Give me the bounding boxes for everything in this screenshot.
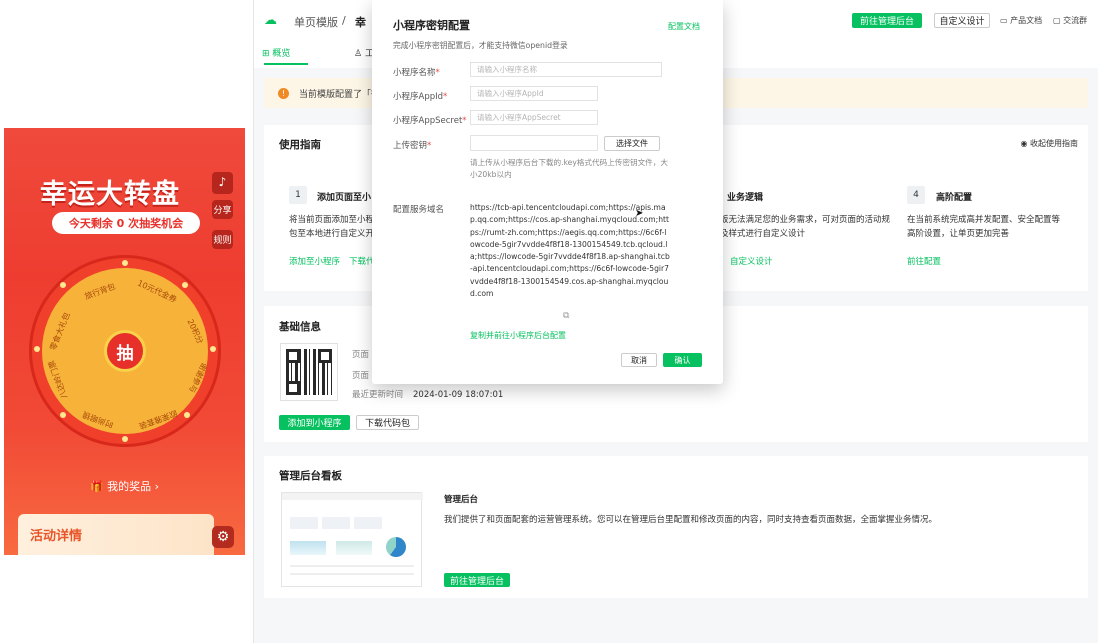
chat-icon: ▢ (1053, 16, 1064, 25)
preview-title: 幸运大转盘 (40, 179, 180, 210)
add-to-miniprogram-button[interactable]: 添加到小程序 (279, 415, 350, 430)
go-config-link[interactable]: 前往配置 (907, 255, 941, 267)
appsecret-input[interactable]: 请输入小程序AppSecret (470, 110, 598, 125)
updated-label: 最近更新时间 (352, 390, 404, 400)
doc-icon: ▭ (1000, 16, 1011, 25)
copy-and-go-link[interactable]: 复制并前往小程序后台配置 (470, 330, 566, 341)
modal-subtitle: 完成小程序密钥配置后，才能支持微信openid登录 (393, 41, 568, 50)
step-desc: 将当前页面添加至小程 包至本地进行自定义开 (289, 215, 375, 239)
miniprogram-name-input[interactable]: 请输入小程序名称 (470, 62, 662, 77)
community-link[interactable]: ▢ 交流群 (1053, 15, 1087, 26)
warning-icon: ! (278, 87, 289, 99)
key-file-field[interactable] (470, 135, 598, 151)
customize-button[interactable]: 自定义设计 (934, 13, 990, 28)
config-doc-link[interactable]: 配置文档 (668, 21, 700, 32)
wheel-segment: 旅行背包 (83, 281, 117, 302)
product-docs-link[interactable]: ▭ 产品文档 (1000, 15, 1042, 26)
activity-details-panel[interactable]: 活动详情 (18, 514, 214, 555)
download-code-link[interactable]: 下载代 (349, 255, 375, 267)
cancel-button[interactable]: 取消 (621, 353, 657, 367)
activity-preview: 幸运大转盘 今天剩余 0 次抽奖机会 ♪ 分享 规则 旅行背包 10元代金券 2… (4, 128, 245, 555)
cloud-logo-icon: ☁ (264, 13, 277, 28)
my-prizes-link[interactable]: 🎁 我的奖品 › (4, 478, 245, 494)
wheel-segment: 20积分 (185, 317, 205, 346)
collapse-guide-link[interactable]: ◉ 收起使用指南 (1020, 138, 1078, 149)
customize-design-link[interactable]: 自定义设计 (730, 255, 773, 267)
wheel-segment: 10元代金券 (136, 278, 179, 305)
dashboard-desc: 我们提供了和页面配套的运营管理系统。您可以在管理后台里配置和修改页面的内容，同时… (444, 515, 938, 525)
guide-title: 使用指南 (279, 139, 321, 151)
field-label: 页面 (352, 350, 370, 360)
step-number: 4 (907, 186, 925, 204)
appid-label: 小程序AppId* (393, 92, 448, 102)
download-package-button[interactable]: 下载代码包 (356, 415, 419, 430)
active-tab-indicator (264, 63, 308, 65)
qr-code-image (280, 343, 338, 401)
user-icon: ♙ (354, 49, 365, 59)
dashboard-card: 管理后台看板 管理后台 我们提供了和页面配套的运营管理系统。您可以在管理后台里配… (264, 456, 1088, 598)
choose-file-button[interactable]: 选择文件 (604, 136, 660, 151)
step-desc: 在当前系统完成高并发配置、安全配置等 高阶设置，让单页更加完善 (907, 215, 1061, 239)
share-button[interactable]: 分享 (212, 200, 233, 219)
step-desc: 板无法满足您的业务需求，可对页面的活动规 及样式进行自定义设计 (720, 215, 891, 239)
grid-icon: ⊞ (262, 49, 273, 59)
music-icon[interactable]: ♪ (212, 172, 233, 194)
draw-button[interactable]: 抽 (104, 330, 146, 372)
rules-button[interactable]: 规则 (212, 230, 233, 249)
step-title: 添加页面至小 (317, 193, 372, 203)
dashboard-screenshot (281, 492, 423, 587)
wheel-segment: 零食大礼包 (48, 311, 72, 352)
upload-key-label: 上传密钥* (393, 141, 432, 151)
copy-icon[interactable]: ⧉ (563, 311, 569, 321)
go-admin-button[interactable]: 前往管理后台 (852, 13, 922, 28)
wheel-segment: 八达岭门票 (46, 359, 70, 400)
tab-overview[interactable]: ⊞ 概览 (262, 46, 290, 59)
basic-info-title: 基础信息 (279, 321, 321, 333)
appid-input[interactable]: 请输入小程序AppId (470, 86, 598, 101)
gift-icon: 🎁 (89, 480, 108, 493)
wheel-segment: 欧莱雅套装 (137, 408, 179, 431)
mouse-cursor-icon: ➤ (635, 208, 644, 219)
breadcrumb-parent[interactable]: 单页模版 (294, 14, 338, 30)
add-to-miniprogram-link[interactable]: 添加至小程序 (289, 255, 340, 267)
modal-title: 小程序密钥配置 (393, 19, 470, 32)
dashboard-subtitle: 管理后台 (444, 495, 479, 505)
step-title: 业务逻辑 (727, 193, 764, 203)
step-number: 1 (289, 186, 307, 204)
settings-icon[interactable]: ⚙ (212, 526, 234, 548)
key-hint: 请上传从小程序后台下载的.key格式代码上传密钥文件，大小20kb以内 (470, 158, 668, 179)
tab-second[interactable]: ♙ 工 (354, 46, 374, 59)
updated-value: 2024-01-09 18:07:01 (413, 390, 504, 400)
wheel-segment: 谢谢参与 (187, 361, 209, 394)
eye-icon: ◉ (1020, 139, 1030, 148)
remaining-chances: 今天剩余 0 次抽奖机会 (52, 212, 200, 234)
name-label: 小程序名称* (393, 68, 440, 78)
breadcrumb-current: 幸 (355, 16, 366, 29)
field-label: 页面 (352, 371, 370, 381)
go-admin-button-bottom[interactable]: 前往管理后台 (444, 573, 510, 587)
prize-wheel: 旅行背包 10元代金券 20积分 谢谢参与 欧莱雅套装 时尚眼镜 八达岭门票 零… (32, 258, 218, 444)
miniprogram-key-modal: 小程序密钥配置 配置文档 完成小程序密钥配置后，才能支持微信openid登录 小… (372, 0, 723, 384)
wheel-segment: 时尚眼镜 (81, 409, 115, 430)
confirm-button[interactable]: 确认 (663, 353, 702, 367)
domain-label: 配置服务域名 (393, 205, 445, 215)
dashboard-title: 管理后台看板 (279, 470, 342, 482)
appsecret-label: 小程序AppSecret* (393, 116, 467, 126)
breadcrumb-separator: / (342, 14, 346, 27)
step-title: 高阶配置 (936, 193, 973, 203)
